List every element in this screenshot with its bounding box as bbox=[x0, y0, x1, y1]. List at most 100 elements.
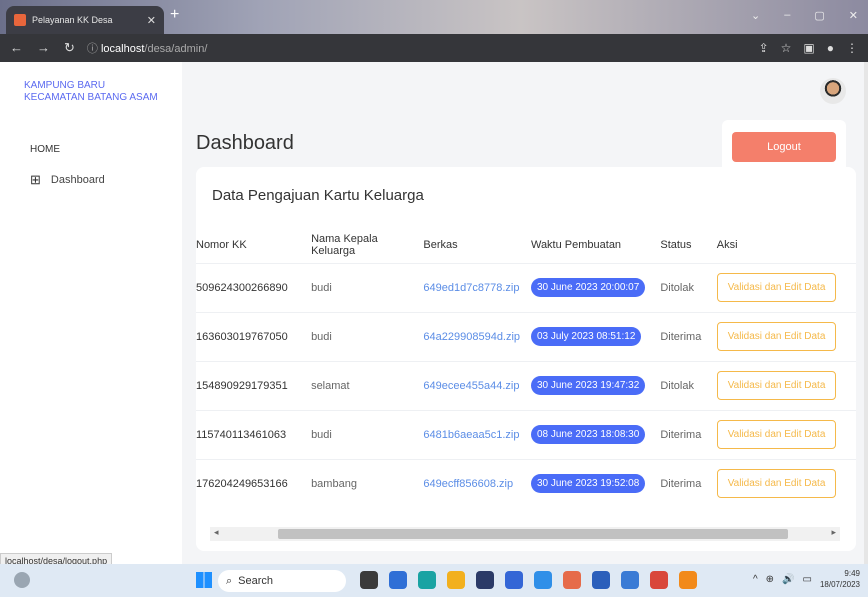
taskbar-app-icon[interactable] bbox=[650, 571, 668, 589]
taskbar-apps bbox=[360, 571, 697, 589]
star-icon[interactable]: ☆ bbox=[781, 41, 792, 55]
scrollbar-thumb[interactable] bbox=[278, 529, 788, 539]
tab-title: Pelayanan KK Desa bbox=[32, 15, 113, 25]
taskbar-app-icon[interactable] bbox=[360, 571, 378, 589]
taskbar-app-icon[interactable] bbox=[447, 571, 465, 589]
cell-nama: selamat bbox=[311, 360, 424, 410]
scroll-right-icon[interactable]: ▸ bbox=[831, 527, 836, 538]
status-text: Diterima bbox=[660, 311, 717, 361]
network-icon[interactable]: ⊕ bbox=[766, 574, 774, 585]
sidebar: KAMPUNG BARU KECAMATAN BATANG ASAM HOME … bbox=[0, 62, 182, 564]
cell-nomor-kk: 163603019767050 bbox=[196, 311, 312, 361]
taskbar-app-icon[interactable] bbox=[592, 571, 610, 589]
start-icon[interactable] bbox=[196, 572, 212, 588]
sidepanel-icon[interactable]: ▣ bbox=[803, 41, 814, 55]
validate-edit-button[interactable]: Validasi dan Edit Data bbox=[716, 371, 837, 400]
taskbar-app-icon[interactable] bbox=[679, 571, 697, 589]
taskbar-app-icon[interactable] bbox=[563, 571, 581, 589]
taskbar-app-icon[interactable] bbox=[476, 571, 494, 589]
chevron-up-icon[interactable]: ^ bbox=[753, 574, 758, 585]
status-text: Diterima bbox=[660, 458, 717, 508]
file-link[interactable]: 649ecff856608.zip bbox=[423, 478, 513, 490]
cell-nomor-kk: 176204249653166 bbox=[196, 458, 312, 508]
column-header-waktu: Waktu Pembuatan bbox=[530, 238, 622, 251]
table-row: 509624300266890 budi 649ed1d7c8778.zip 3… bbox=[196, 262, 856, 312]
cell-nama: budi bbox=[311, 311, 424, 361]
table-scroll-area[interactable]: Nomor KK Nama Kepala Keluarga Berkas Wak… bbox=[196, 227, 856, 532]
date-badge: 30 June 2023 20:00:07 bbox=[530, 278, 646, 297]
taskbar-app-icon[interactable] bbox=[505, 571, 523, 589]
validate-edit-button[interactable]: Validasi dan Edit Data bbox=[716, 420, 837, 449]
brand-line2: KECAMATAN BATANG ASAM bbox=[24, 92, 158, 103]
url-field[interactable]: ⓘ localhost/desa/admin/ bbox=[87, 40, 207, 56]
share-icon[interactable]: ⇪ bbox=[759, 41, 769, 55]
widgets-icon[interactable] bbox=[14, 572, 30, 588]
minimize-icon[interactable]: – bbox=[784, 9, 790, 22]
clock-date: 18/07/2023 bbox=[819, 580, 860, 589]
clock-time: 9:49 bbox=[844, 569, 860, 578]
battery-icon[interactable]: ▭ bbox=[803, 574, 812, 585]
main-content: Dashboard Logout Data Pengajuan Kartu Ke… bbox=[182, 62, 868, 564]
menu-icon[interactable]: ⋮ bbox=[846, 41, 858, 55]
date-badge: 30 June 2023 19:52:08 bbox=[530, 474, 646, 494]
table-header-row: Nomor KK Nama Kepala Keluarga Berkas Wak… bbox=[196, 227, 856, 263]
chevron-down-icon[interactable]: ⌄ bbox=[751, 9, 760, 22]
status-text: Ditolak bbox=[660, 262, 717, 312]
taskbar-app-icon[interactable] bbox=[389, 571, 407, 589]
validate-edit-button[interactable]: Validasi dan Edit Data bbox=[716, 469, 837, 499]
horizontal-scrollbar[interactable]: ◂ ▸ bbox=[210, 527, 840, 541]
profile-icon[interactable]: ● bbox=[827, 41, 834, 55]
close-tab-icon[interactable]: ✕ bbox=[147, 14, 156, 27]
url-host: localhost bbox=[100, 43, 145, 55]
date-badge: 03 July 2023 08:51:12 bbox=[530, 327, 642, 346]
taskbar-app-icon[interactable] bbox=[621, 571, 639, 589]
taskbar-search[interactable]: ⌕ Search bbox=[218, 570, 346, 592]
taskbar: ⌕ Search ^ ⊕ 🔊 ▭ 9:49 18/07/2023 bbox=[0, 564, 868, 597]
restore-icon[interactable]: ▢ bbox=[814, 9, 824, 22]
browser-tab[interactable]: Pelayanan KK Desa ✕ bbox=[6, 6, 164, 34]
data-table: Nomor KK Nama Kepala Keluarga Berkas Wak… bbox=[196, 227, 856, 508]
browser-tab-bar: Pelayanan KK Desa ✕ + ⌄ – ▢ ✕ bbox=[0, 0, 868, 34]
table-row: 176204249653166 bambang 649ecff856608.zi… bbox=[196, 458, 856, 508]
column-header-nama: Nama Kepala Keluarga bbox=[311, 232, 378, 257]
close-window-icon[interactable]: ✕ bbox=[849, 9, 858, 22]
site-favicon-icon bbox=[14, 14, 26, 26]
page-scrollbar[interactable] bbox=[864, 62, 868, 564]
column-header-status: Status bbox=[660, 238, 692, 251]
date-badge: 30 June 2023 19:47:32 bbox=[530, 376, 646, 395]
file-link[interactable]: 649ed1d7c8778.zip bbox=[423, 282, 519, 294]
sidebar-item-dashboard[interactable]: ⊞ Dashboard bbox=[30, 172, 105, 188]
forward-icon[interactable]: → bbox=[37, 40, 50, 56]
info-icon: ⓘ bbox=[86, 43, 98, 55]
table-row: 163603019767050 budi 64a229908594d.zip 0… bbox=[196, 311, 856, 361]
data-card: Data Pengajuan Kartu Keluarga Nomor KK N… bbox=[196, 167, 856, 551]
cell-nomor-kk: 154890929179351 bbox=[196, 360, 312, 410]
search-icon: ⌕ bbox=[226, 574, 233, 587]
column-header-berkas: Berkas bbox=[423, 238, 458, 251]
avatar[interactable] bbox=[820, 78, 846, 104]
file-link[interactable]: 64a229908594d.zip bbox=[423, 331, 520, 343]
logout-button[interactable]: Logout bbox=[732, 132, 836, 162]
taskbar-app-icon[interactable] bbox=[418, 571, 436, 589]
validate-edit-button[interactable]: Validasi dan Edit Data bbox=[716, 273, 837, 302]
file-link[interactable]: 649ecee455a44.zip bbox=[423, 380, 519, 392]
volume-icon[interactable]: 🔊 bbox=[782, 574, 794, 585]
scroll-left-icon[interactable]: ◂ bbox=[214, 527, 219, 538]
status-text: Ditolak bbox=[660, 360, 717, 410]
brand[interactable]: KAMPUNG BARU KECAMATAN BATANG ASAM bbox=[24, 80, 158, 104]
validate-edit-button[interactable]: Validasi dan Edit Data bbox=[716, 322, 837, 351]
cell-nomor-kk: 115740113461063 bbox=[196, 409, 312, 459]
taskbar-app-icon[interactable] bbox=[534, 571, 552, 589]
card-title: Data Pengajuan Kartu Keluarga bbox=[212, 187, 424, 204]
new-tab-icon[interactable]: + bbox=[170, 6, 179, 24]
reload-icon[interactable]: ↻ bbox=[64, 40, 75, 56]
file-link[interactable]: 6481b6aeaa5c1.zip bbox=[423, 429, 519, 441]
cell-nama: budi bbox=[311, 409, 424, 459]
brand-line1: KAMPUNG BARU bbox=[24, 80, 106, 91]
window-controls: ⌄ – ▢ ✕ bbox=[751, 9, 858, 22]
column-header-nomor-kk: Nomor KK bbox=[196, 238, 247, 251]
clock[interactable]: 9:49 18/07/2023 bbox=[820, 568, 860, 590]
back-icon[interactable]: ← bbox=[10, 40, 23, 56]
table-row: 115740113461063 budi 6481b6aeaa5c1.zip 0… bbox=[196, 409, 856, 459]
url-path: /desa/admin/ bbox=[144, 43, 208, 55]
